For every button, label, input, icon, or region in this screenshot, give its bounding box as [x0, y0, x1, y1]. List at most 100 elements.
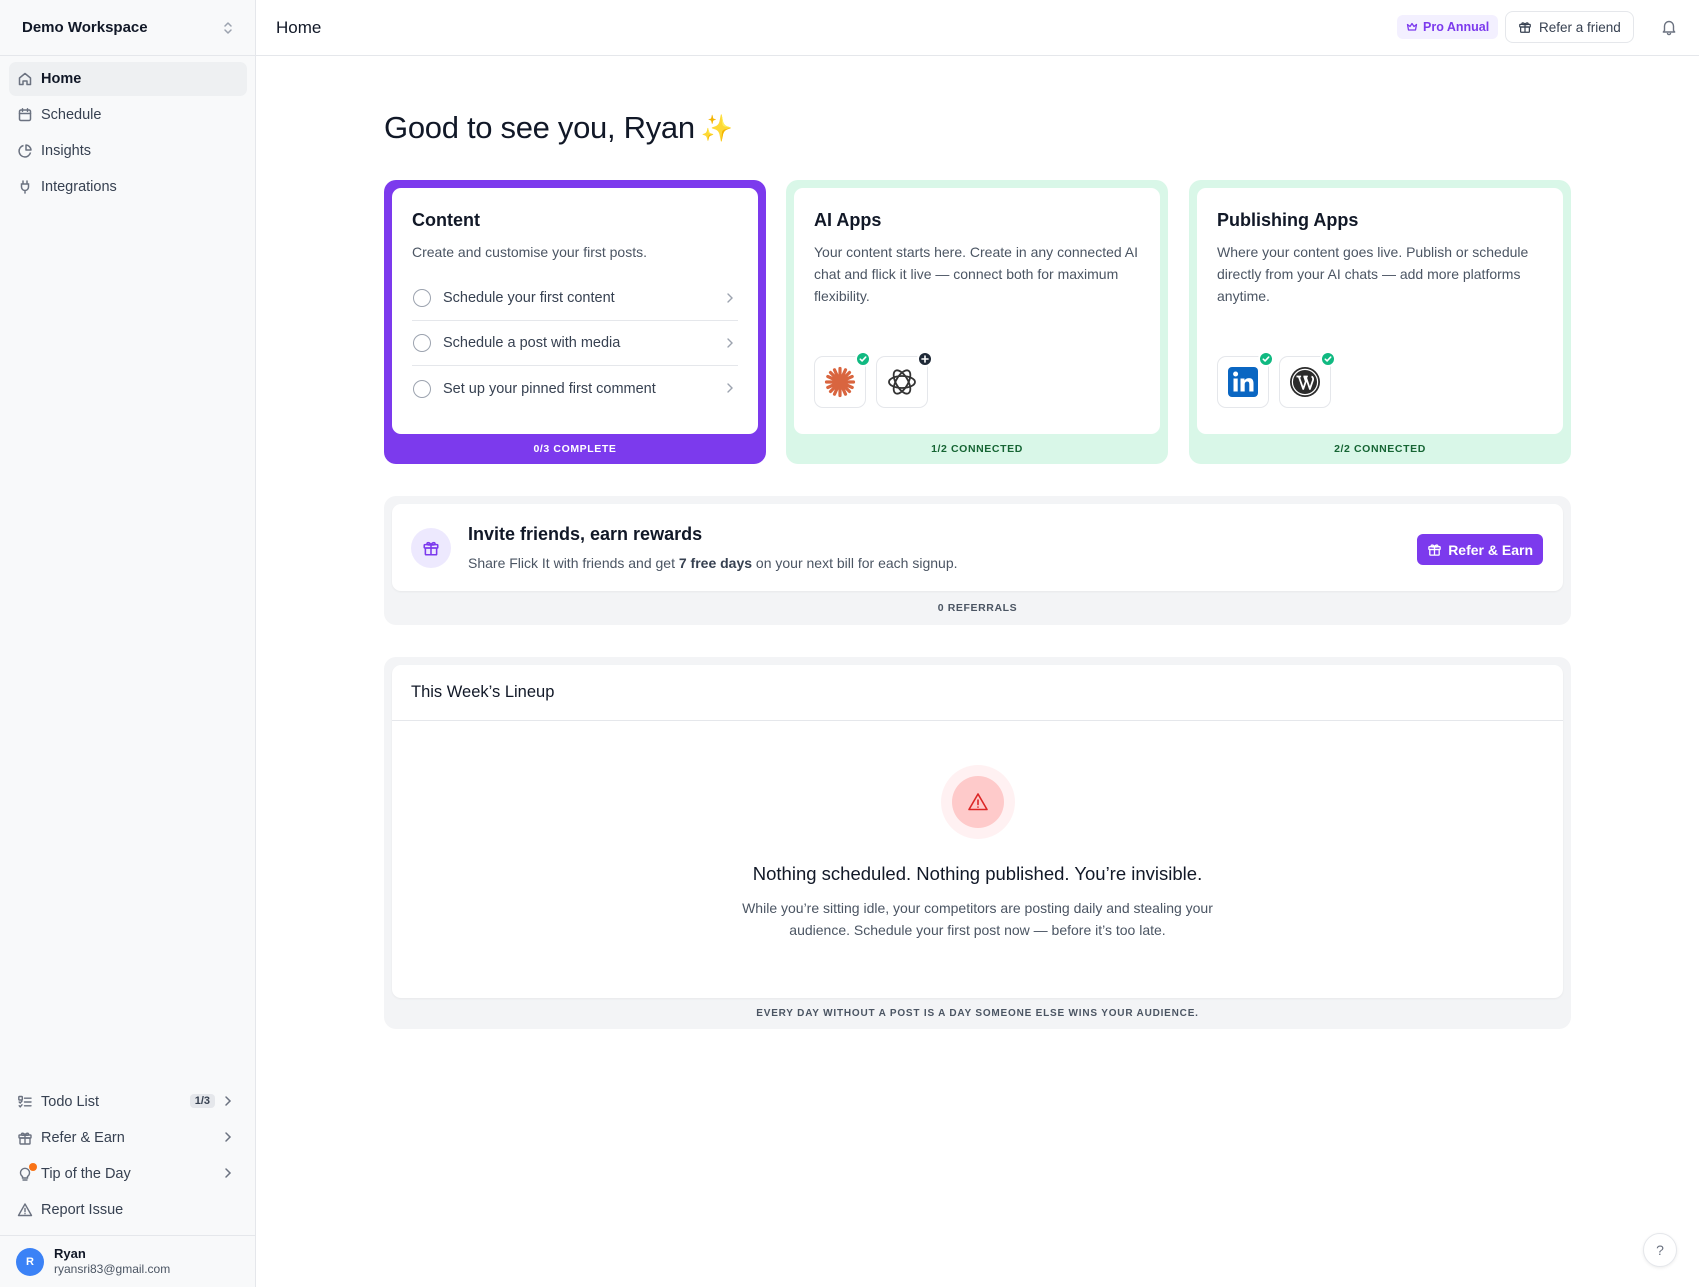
claude-app-tile[interactable] — [814, 351, 871, 408]
app-icon-list — [1217, 351, 1336, 408]
sidebar-item-report-issue[interactable]: Report Issue — [9, 1193, 247, 1227]
circle-checkbox-icon[interactable] — [413, 334, 431, 352]
publishing-apps-card-body: Publishing Apps Where your content goes … — [1197, 188, 1563, 434]
wordpress-app-tile[interactable] — [1279, 351, 1336, 408]
card-progress-footer: 2/2 CONNECTED — [1334, 443, 1426, 455]
sparkles-icon: ✨ — [700, 112, 733, 143]
sidebar-item-refer-earn[interactable]: Refer & Earn — [9, 1121, 247, 1155]
lineup-title: This Week’s Lineup — [392, 665, 1563, 721]
card-title: Publishing Apps — [1217, 210, 1359, 230]
card-title: AI Apps — [814, 210, 882, 230]
lineup-panel: This Week’s Lineup Nothing scheduled. No… — [384, 657, 1571, 1029]
chevron-right-icon — [724, 291, 736, 305]
chevron-right-icon — [724, 336, 736, 350]
linkedin-icon — [1227, 366, 1259, 398]
lineup-card: This Week’s Lineup Nothing scheduled. No… — [392, 665, 1563, 998]
chevron-right-icon — [724, 381, 736, 395]
content-card: Content Create and customise your first … — [384, 180, 766, 464]
content-card-body: Content Create and customise your first … — [392, 188, 758, 434]
task-item[interactable]: Schedule a post with media — [412, 321, 738, 366]
greeting-text: Good to see you, Ryan — [384, 110, 695, 145]
calendar-icon — [17, 107, 33, 123]
gift-icon — [411, 528, 451, 568]
chart-pie-icon — [17, 143, 33, 159]
empty-state-description: While you’re sitting idle, your competit… — [742, 900, 1213, 938]
referrals-count: 0 REFERRALS — [937, 602, 1018, 614]
chevron-right-icon — [221, 1094, 235, 1108]
invite-description: Share Flick It with friends and get 7 fr… — [468, 555, 958, 571]
circle-checkbox-icon[interactable] — [413, 379, 431, 398]
plus-badge-icon[interactable] — [917, 351, 933, 367]
user-email: ryansri83@gmail.com — [54, 1262, 171, 1276]
refer-and-earn-button[interactable]: Refer & Earn — [1417, 534, 1543, 565]
sidebar-item-label: Todo List — [41, 1094, 100, 1110]
gift-icon — [1427, 542, 1442, 557]
task-label: Set up your pinned first comment — [443, 380, 656, 397]
openai-app-tile[interactable] — [876, 351, 933, 408]
task-list: Schedule your first content Schedule a p… — [412, 276, 738, 411]
ai-apps-card-body: AI Apps Your content starts here. Create… — [794, 188, 1160, 434]
task-item[interactable]: Set up your pinned first comment — [412, 366, 738, 411]
sidebar-item-label: Report Issue — [41, 1202, 124, 1218]
task-label: Schedule your first content — [443, 290, 615, 306]
circle-checkbox-icon[interactable] — [413, 289, 431, 307]
refer-and-earn-label: Refer & Earn — [1448, 541, 1533, 558]
card-progress-footer: 0/3 COMPLETE — [533, 443, 617, 455]
sidebar-item-home[interactable]: Home — [9, 62, 247, 96]
gift-icon — [17, 1130, 33, 1146]
claude-icon — [823, 365, 857, 399]
empty-state-badge — [941, 765, 1015, 839]
refer-a-friend-button[interactable]: Refer a friend — [1505, 11, 1634, 43]
check-badge-icon — [855, 351, 871, 367]
invite-desc-highlight: 7 free days — [678, 555, 753, 571]
sidebar-item-insights[interactable]: Insights — [9, 134, 247, 168]
sidebar-item-label: Insights — [41, 143, 91, 159]
publishing-apps-card: Publishing Apps Where your content goes … — [1189, 180, 1571, 464]
warning-triangle-icon — [952, 776, 1004, 828]
sidebar-item-label: Home — [41, 71, 82, 87]
linkedin-app-tile[interactable] — [1217, 351, 1274, 408]
todo-count-badge: 1/3 — [189, 1094, 215, 1108]
card-description: Your content starts here. Create in any … — [814, 244, 1139, 304]
user-name: Ryan — [54, 1246, 86, 1261]
user-profile[interactable]: R Ryan ryansri83@gmail.com — [0, 1235, 255, 1287]
main-nav: Home Schedule Insights Integrations — [9, 62, 247, 206]
refer-button-label: Refer a friend — [1539, 19, 1621, 35]
sidebar-item-integrations[interactable]: Integrations — [9, 170, 247, 204]
invite-desc-text: on your next bill for each signup. — [752, 555, 958, 571]
sidebar-item-todo-list[interactable]: Todo List 1/3 — [9, 1085, 247, 1119]
ai-apps-card: AI Apps Your content starts here. Create… — [786, 180, 1168, 464]
task-label: Schedule a post with media — [443, 335, 621, 351]
card-description: Where your content goes live. Publish or… — [1217, 244, 1529, 304]
avatar: R — [16, 1247, 44, 1276]
plug-icon — [17, 179, 33, 195]
help-button[interactable]: ? — [1643, 1233, 1677, 1267]
app-icon-list — [814, 351, 933, 408]
wordpress-icon — [1288, 365, 1322, 399]
chevron-right-icon — [221, 1166, 235, 1180]
workspace-name: Demo Workspace — [22, 19, 148, 36]
sidebar: Demo Workspace Home Schedule Insights In… — [0, 0, 256, 1287]
plan-badge[interactable]: Pro Annual — [1397, 15, 1499, 39]
task-item[interactable]: Schedule your first content — [412, 276, 738, 321]
check-badge-icon — [1258, 351, 1274, 367]
card-progress-footer: 1/2 CONNECTED — [931, 443, 1023, 455]
openai-icon — [885, 365, 919, 399]
card-title: Content — [412, 210, 480, 230]
top-header: Home Pro Annual Refer a friend — [256, 0, 1699, 56]
plan-badge-label: Pro Annual — [1423, 20, 1490, 34]
warning-triangle-icon — [17, 1202, 33, 1218]
empty-state-title: Nothing scheduled. Nothing published. Yo… — [752, 863, 1203, 884]
greeting-heading: Good to see you, Ryan ✨ — [384, 110, 733, 146]
lightbulb-icon — [17, 1163, 37, 1182]
bell-icon[interactable] — [1661, 18, 1677, 36]
sidebar-item-tip-of-the-day[interactable]: Tip of the Day — [9, 1157, 247, 1191]
list-checks-icon — [17, 1094, 33, 1110]
notification-dot — [29, 1163, 37, 1171]
home-icon — [17, 71, 33, 87]
gift-icon — [1518, 20, 1532, 34]
crown-icon — [1406, 21, 1418, 33]
invite-panel: Invite friends, earn rewards Share Flick… — [384, 496, 1571, 625]
sidebar-item-schedule[interactable]: Schedule — [9, 98, 247, 132]
workspace-switcher[interactable]: Demo Workspace — [0, 0, 255, 56]
